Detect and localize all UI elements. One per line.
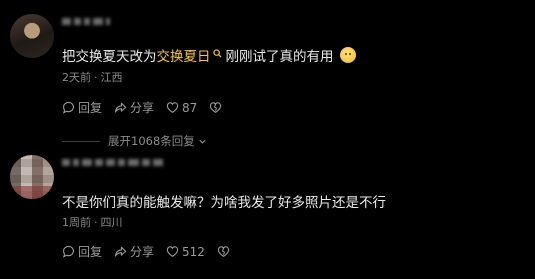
dislike-button[interactable] — [217, 245, 230, 258]
heart-icon — [166, 102, 179, 113]
like-count: 512 — [182, 244, 205, 259]
comment-text-after: 刚刚试了真的有用 — [225, 49, 334, 65]
broken-heart-icon — [217, 246, 230, 257]
highlight-search-link[interactable]: 交换夏日 — [157, 45, 211, 65]
broken-heart-icon — [210, 102, 222, 113]
reply-label: 回复 — [78, 101, 103, 115]
like-count: 87 — [182, 100, 198, 115]
comment-actions: 回复 分享 512 — [62, 243, 242, 260]
expand-divider — [62, 140, 100, 142]
username-blurred[interactable] — [62, 16, 110, 26]
reply-label: 回复 — [78, 245, 103, 259]
comment-thread: 把交换夏天改为 交换夏日 刚刚试了真的有用 2天前 · 江西 回复 分享 87 … — [0, 0, 535, 279]
comment-time: 2天前 — [62, 71, 91, 84]
comment-text: 不是你们真的能触发嘛？为啥我发了好多照片还是不行 — [62, 191, 386, 211]
comment-text-before: 把交换夏天改为 — [62, 49, 157, 65]
expand-replies-button[interactable]: 展开1068条回复 — [62, 133, 207, 149]
like-button[interactable]: 512 — [166, 245, 205, 259]
comment-bubble-icon — [62, 101, 74, 114]
comment-meta: 2天前 · 江西 — [62, 69, 123, 85]
chevron-down-icon — [199, 139, 206, 144]
heart-icon — [166, 246, 179, 257]
meta-separator: · — [94, 71, 98, 84]
share-button[interactable]: 分享 — [114, 243, 154, 260]
comment-location: 四川 — [100, 216, 123, 229]
like-button[interactable]: 87 — [166, 101, 197, 115]
comment-location: 江西 — [100, 71, 123, 84]
share-button[interactable]: 分享 — [114, 99, 154, 116]
share-arrow-icon — [114, 102, 127, 113]
avatar[interactable] — [10, 155, 54, 199]
comment-time: 1周前 — [62, 216, 91, 229]
comment-bubble-icon — [62, 245, 74, 258]
dislike-button[interactable] — [209, 101, 222, 114]
comment-meta: 1周前 · 四川 — [62, 214, 123, 230]
reply-button[interactable]: 回复 — [62, 99, 102, 116]
share-label: 分享 — [130, 245, 155, 259]
share-arrow-icon — [114, 246, 127, 257]
avatar[interactable] — [10, 14, 54, 58]
comment-actions: 回复 分享 87 — [62, 99, 234, 116]
search-icon[interactable] — [212, 48, 222, 58]
meta-separator: · — [94, 216, 98, 229]
comment-text-body: 不是你们真的能触发嘛？为啥我发了好多照片还是不行 — [62, 195, 386, 211]
comment-text: 把交换夏天改为 交换夏日 刚刚试了真的有用 — [62, 45, 356, 65]
username-blurred[interactable] — [62, 157, 163, 167]
emoji-icon — [339, 47, 356, 63]
expand-replies-label: 展开1068条回复 — [108, 134, 195, 148]
reply-button[interactable]: 回复 — [62, 243, 102, 260]
share-label: 分享 — [130, 101, 155, 115]
